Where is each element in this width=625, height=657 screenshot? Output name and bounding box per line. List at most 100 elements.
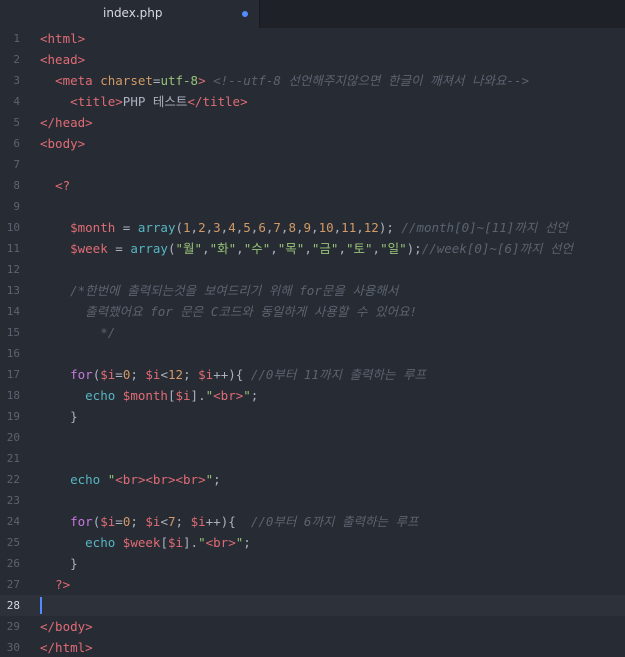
code-token: $i (190, 514, 206, 529)
code-line[interactable]: 6 <body> (0, 133, 625, 154)
code-token: echo (70, 472, 101, 487)
code-line[interactable]: 13 /*한번에 출력되는것을 보여드리기 위해 for문을 사용해서 (0, 280, 625, 301)
code-line[interactable]: 16 (0, 343, 625, 364)
code-line[interactable]: 26 } (0, 553, 625, 574)
code-line[interactable]: 21 (0, 448, 625, 469)
code-token: 6 (258, 220, 266, 235)
code-token: /*한번에 출력되는것을 보여드리기 위해 for문을 사용해서 (70, 283, 399, 298)
code-token: = (115, 514, 123, 529)
code-line[interactable]: 23 (0, 490, 625, 511)
code-token: < (160, 367, 168, 382)
code-line[interactable]: 29 </body> (0, 616, 625, 637)
code-token: charset (100, 73, 153, 88)
code-token: </head> (40, 115, 93, 130)
code-text: /*한번에 출력되는것을 보여드리기 위해 for문을 사용해서 (40, 280, 398, 301)
code-token: 1 (183, 220, 191, 235)
code-line[interactable]: 1 <html> (0, 28, 625, 49)
code-text: echo $month[$i]."<br>"; (40, 385, 258, 406)
code-text: <html> (40, 28, 85, 49)
code-line[interactable]: 9 (0, 196, 625, 217)
tab-bar: index.php (0, 0, 625, 28)
code-line[interactable]: 15 */ (0, 322, 625, 343)
line-number: 14 (6, 305, 20, 318)
code-line[interactable]: 4 <title>PHP 테스트</title> (0, 91, 625, 112)
code-token: echo (85, 535, 116, 550)
code-token: $i (145, 367, 161, 382)
code-text: $week = array("월","화","수","목","금","토","일… (40, 238, 573, 259)
code-line[interactable]: 11 $week = array("월","화","수","목","금","토"… (0, 238, 625, 259)
code-token: ( (167, 241, 176, 256)
code-line[interactable]: 8 <? (0, 175, 625, 196)
code-token: "토" (345, 241, 373, 256)
code-token: 7 (168, 514, 176, 529)
line-number: 28 (6, 599, 20, 612)
code-line[interactable]: 17 for($i=0; $i<12; $i++){ //0부터 11까지 출력… (0, 364, 625, 385)
code-token: for (70, 367, 93, 382)
code-token: array (130, 241, 168, 256)
code-token: ]. (190, 388, 206, 403)
code-line[interactable]: 18 echo $month[$i]."<br>"; (0, 385, 625, 406)
code-token: , (356, 220, 364, 235)
modified-dot-icon[interactable] (242, 11, 248, 17)
code-line[interactable]: 22 echo "<br><br><br>"; (0, 469, 625, 490)
code-token: "목" (277, 241, 305, 256)
code-token: <? (55, 178, 71, 193)
code-line[interactable]: 28 (0, 595, 625, 616)
code-token: array (137, 220, 176, 235)
code-token: > (198, 73, 206, 88)
tab-index-php[interactable]: index.php (0, 0, 260, 28)
code-token: $i (100, 514, 116, 529)
line-number: 11 (6, 242, 20, 255)
code-line[interactable]: 12 (0, 259, 625, 280)
code-token: = (115, 367, 123, 382)
code-token: " (198, 535, 206, 550)
line-number: 30 (6, 641, 20, 654)
code-token: 7 (273, 220, 281, 235)
code-line[interactable]: 7 (0, 154, 625, 175)
code-line[interactable]: 2 <head> (0, 49, 625, 70)
line-number: 16 (6, 347, 20, 360)
code-token: //0부터 11까지 출력하는 루프 (250, 367, 427, 382)
code-line[interactable]: 3 <meta charset=utf-8> <!--utf-8 선언해주지않으… (0, 70, 625, 91)
code-text: } (40, 553, 78, 574)
code-text: </html> (40, 637, 93, 657)
line-number: 4 (13, 95, 20, 108)
code-text: 출력했어요 for 문은 C코드와 동일하게 사용할 수 있어요! (40, 301, 417, 322)
code-line[interactable]: 30 </html> (0, 637, 625, 657)
code-token: <html> (40, 31, 86, 46)
code-token: <br> (205, 535, 236, 550)
code-line[interactable]: 14 출력했어요 for 문은 C코드와 동일하게 사용할 수 있어요! (0, 301, 625, 322)
code-token: ( (175, 220, 184, 235)
code-token: "일" (380, 241, 407, 256)
line-number: 29 (6, 620, 20, 633)
code-token: ); (378, 220, 402, 235)
code-token: , (190, 220, 199, 235)
code-token: $i (175, 388, 191, 403)
code-editor[interactable]: 1 <html> 2 <head> 3 <meta charset=utf-8> <!-… (0, 28, 625, 657)
code-token: [ (160, 535, 168, 550)
code-token: */ (100, 325, 116, 340)
code-line[interactable]: 10 $month = array(1,2,3,4,5,6,7,8,9,10,1… (0, 217, 625, 238)
code-text: for($i=0; $i<12; $i++){ //0부터 11까지 출력하는 … (40, 364, 426, 385)
line-number: 15 (6, 326, 20, 339)
code-text: */ (40, 322, 115, 343)
code-token: , (311, 220, 319, 235)
code-line[interactable]: 20 (0, 427, 625, 448)
code-token: PHP 테스트 (122, 94, 188, 109)
code-line[interactable]: 25 echo $week[$i]."<br>"; (0, 532, 625, 553)
code-line[interactable]: 5 </head> (0, 112, 625, 133)
code-token: , (205, 220, 214, 235)
code-token: ; (175, 514, 191, 529)
code-token: , (295, 220, 304, 235)
code-line[interactable]: 27 ?> (0, 574, 625, 595)
code-line[interactable]: 19 } (0, 406, 625, 427)
code-line[interactable]: 24 for($i=0; $i<7; $i++){ //0부터 6까지 출력하는… (0, 511, 625, 532)
code-token: } (40, 409, 78, 424)
